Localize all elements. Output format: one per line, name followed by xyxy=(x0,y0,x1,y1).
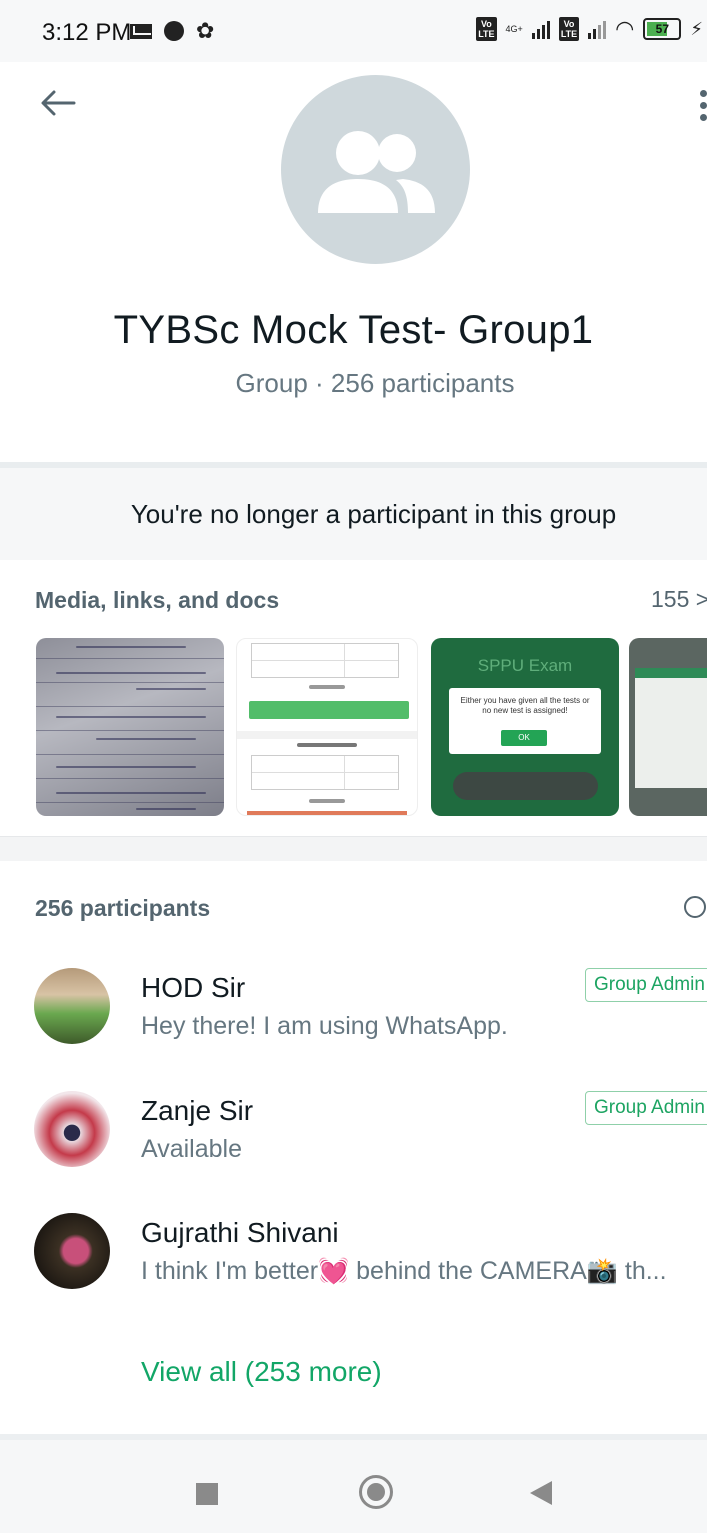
sppu-exam-title: SPPU Exam xyxy=(477,656,573,675)
signal-icon xyxy=(531,19,550,39)
media-thumbnail-notes[interactable] xyxy=(36,638,224,816)
battery-icon: 57 xyxy=(643,18,682,40)
charging-icon: ⚡ xyxy=(690,18,703,39)
back-button[interactable] xyxy=(38,88,78,118)
participant-status: Hey there! I am using WhatsApp. xyxy=(141,1012,508,1040)
status-left-icons: ✿ xyxy=(130,18,215,43)
sppu-ok-button: OK xyxy=(501,730,547,746)
participant-row[interactable]: Gujrathi Shivani I think I'm better💓 beh… xyxy=(0,1213,707,1303)
view-all-participants-link[interactable]: View all (253 more) xyxy=(141,1356,382,1388)
participants-header: 256 participants xyxy=(35,895,211,921)
network-type-label: 4G+ xyxy=(505,24,523,34)
participant-status: I think I'm better💓 behind the CAMERA📸 t… xyxy=(141,1257,667,1285)
not-participant-text: You're no longer a participant in this g… xyxy=(130,498,617,529)
media-count[interactable]: 155 > xyxy=(651,586,707,613)
recents-icon[interactable] xyxy=(196,1483,218,1505)
media-thumbnail-partial[interactable] xyxy=(629,638,707,816)
group-avatar[interactable] xyxy=(281,75,470,264)
system-nav-bar xyxy=(0,1440,707,1533)
status-time: 3:12 PM xyxy=(42,19,132,46)
participant-row[interactable]: HOD Sir Hey there! I am using WhatsApp. … xyxy=(0,968,707,1058)
media-thumbnail-sppu-exam[interactable]: SPPU Exam Either you have given all the … xyxy=(431,638,619,816)
section-divider xyxy=(0,836,707,861)
battery-level: 57 xyxy=(655,22,670,36)
group-people-icon xyxy=(318,131,435,213)
status-right-icons: Vo LTE 4G+ Vo LTE ◠ 57 ⚡ xyxy=(476,16,703,42)
group-title: TYBSc Mock Test- Group1 xyxy=(113,308,594,352)
sppu-dialog-message: Either you have given all the tests or n… xyxy=(460,696,590,715)
signal-icon xyxy=(588,19,607,39)
media-section-title[interactable]: Media, links, and docs xyxy=(35,587,279,614)
notification-circle-icon xyxy=(164,21,184,41)
group-admin-badge: Group Admin xyxy=(585,968,707,1002)
volte-icon: Vo LTE xyxy=(558,17,580,41)
media-thumbnail-mock-test[interactable] xyxy=(236,638,418,816)
home-icon[interactable] xyxy=(359,1475,393,1509)
participant-name: HOD Sir xyxy=(141,972,246,1003)
not-participant-notice: You're no longer a participant in this g… xyxy=(0,468,707,560)
participant-status: Available xyxy=(141,1135,243,1163)
back-arrow-icon xyxy=(41,90,76,116)
participant-row[interactable]: Zanje Sir Available Group Admin xyxy=(0,1091,707,1181)
participant-name: Zanje Sir xyxy=(141,1095,254,1126)
avatar xyxy=(34,968,110,1044)
group-subtitle: Group · 256 participants xyxy=(235,368,515,398)
participant-name: Gujrathi Shivani xyxy=(141,1217,339,1248)
gear-icon: ✿ xyxy=(196,18,215,43)
volte-icon: Vo LTE xyxy=(476,17,497,41)
sppu-signin-pill xyxy=(453,772,598,800)
status-bar: 3:12 PM ✿ Vo LTE 4G+ Vo LTE ◠ 57 ⚡ xyxy=(0,0,707,62)
sppu-dialog: Either you have given all the tests or n… xyxy=(449,688,601,754)
group-admin-badge: Group Admin xyxy=(585,1091,707,1125)
wifi-icon: ◠ xyxy=(615,16,635,41)
nav-back-icon[interactable] xyxy=(530,1481,552,1505)
mail-icon xyxy=(130,23,152,39)
avatar xyxy=(34,1213,110,1289)
more-vertical-icon[interactable] xyxy=(697,90,707,124)
search-icon[interactable] xyxy=(684,896,706,918)
avatar xyxy=(34,1091,110,1167)
